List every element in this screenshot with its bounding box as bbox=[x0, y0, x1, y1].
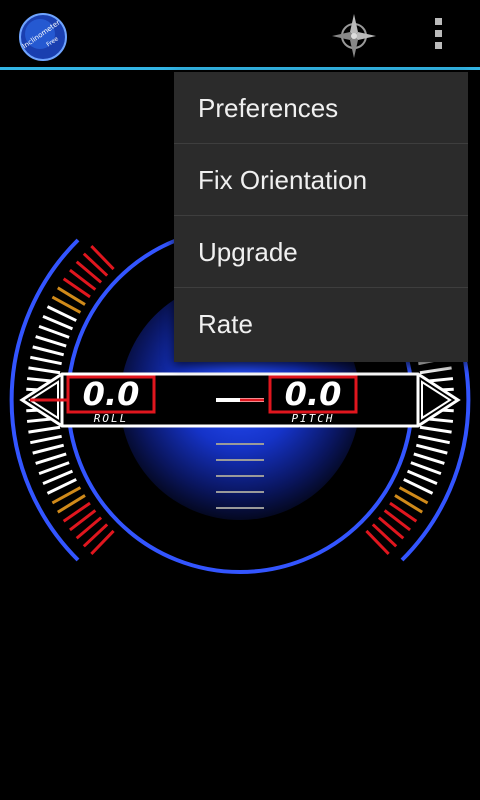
tick-mark bbox=[29, 434, 62, 445]
tick-mark bbox=[413, 452, 445, 465]
tick-mark bbox=[32, 443, 65, 455]
tick-mark bbox=[32, 345, 65, 357]
tick-mark bbox=[419, 425, 452, 434]
roll-label: ROLL bbox=[93, 412, 129, 425]
tick-mark bbox=[418, 434, 451, 445]
tick-mark bbox=[38, 461, 70, 476]
menu-item-upgrade[interactable]: Upgrade bbox=[174, 216, 468, 288]
menu-item-rate[interactable]: Rate bbox=[174, 288, 468, 360]
tick-mark bbox=[35, 452, 67, 465]
tick-mark bbox=[28, 425, 61, 434]
app-logo-icon[interactable]: Inclinometer Free bbox=[18, 12, 68, 62]
pitch-value: 0.0 bbox=[284, 375, 342, 413]
menu-item-preferences[interactable]: Preferences bbox=[174, 72, 468, 144]
tick-mark bbox=[415, 443, 448, 455]
action-bar-divider bbox=[0, 67, 480, 70]
overflow-menu-icon[interactable] bbox=[424, 14, 452, 58]
pitch-label: PITCH bbox=[291, 412, 335, 425]
tick-mark bbox=[35, 335, 67, 348]
menu-item-fix-orientation[interactable]: Fix Orientation bbox=[174, 144, 468, 216]
tick-mark bbox=[29, 355, 62, 366]
roll-value: 0.0 bbox=[82, 375, 140, 413]
tick-mark bbox=[38, 324, 70, 339]
tick-mark bbox=[410, 461, 442, 476]
action-bar: Inclinometer Free bbox=[0, 0, 480, 70]
tick-mark bbox=[419, 366, 452, 375]
compass-icon[interactable] bbox=[330, 12, 378, 60]
tick-mark bbox=[28, 366, 61, 375]
overflow-menu: Preferences Fix Orientation Upgrade Rate bbox=[174, 72, 468, 362]
